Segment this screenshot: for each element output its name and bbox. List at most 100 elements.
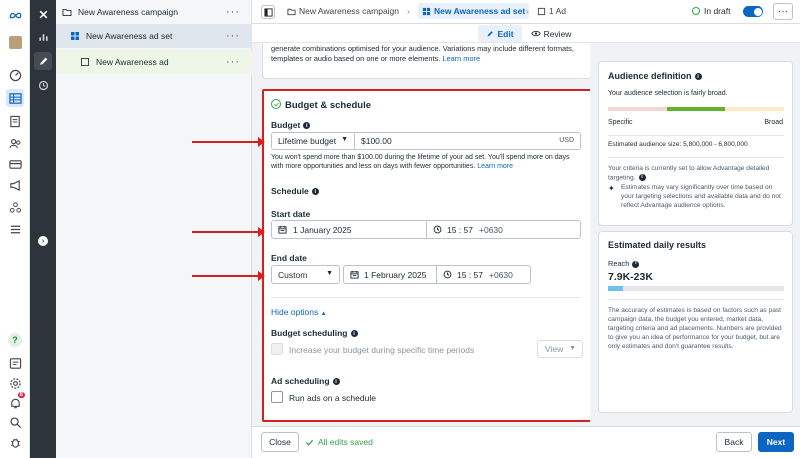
notification-count-badge: 8	[17, 392, 25, 398]
info-icon: i	[311, 188, 319, 196]
caret-up-icon: ▲	[320, 311, 327, 317]
tree-item-adset[interactable]: New Awareness ad set ···	[56, 24, 252, 48]
estimated-daily-results-card: Estimated daily results Reach i 7.9K-23K …	[598, 231, 793, 413]
footer-bar: Close All edits saved Back Next	[252, 426, 800, 458]
divider	[608, 299, 784, 300]
meta-logo-icon[interactable]	[6, 6, 24, 24]
budget-type-dropdown[interactable]: Lifetime budget ▼	[271, 132, 355, 150]
daily-results-title: Estimated daily results	[608, 240, 707, 250]
save-status-label: All edits saved	[318, 437, 373, 447]
chevron-right-icon: ›	[407, 6, 410, 16]
creative-variations-text: generate combinations optimised for your…	[271, 44, 574, 63]
adset-more-options[interactable]: ···	[226, 30, 240, 42]
currency-label: USD	[559, 137, 574, 144]
divider	[608, 135, 784, 136]
expand-panel-icon[interactable]: ›	[34, 232, 52, 250]
start-timezone: +0630	[479, 224, 503, 235]
audience-definition-title: Audience definition i	[608, 71, 702, 81]
budget-amount-input[interactable]: $100.00 USD	[354, 132, 581, 150]
charts-icon[interactable]	[34, 28, 52, 46]
edit-tab[interactable]: Edit	[478, 25, 522, 42]
ad-scheduling-checkbox[interactable]	[271, 391, 283, 403]
top-breadcrumb-bar: New Awareness campaign › New Awareness a…	[252, 0, 800, 24]
hide-options-link[interactable]: Hide options ▲	[271, 307, 327, 317]
campaign-tree-panel: New Awareness campaign ··· New Awareness…	[56, 0, 252, 458]
broad-label: Broad	[764, 119, 783, 126]
edit-tab-label: Edit	[497, 28, 514, 39]
help-icon[interactable]: ?	[6, 331, 24, 349]
history-clock-icon[interactable]	[34, 76, 52, 94]
tree-item-ad[interactable]: New Awareness ad ···	[56, 50, 252, 74]
info-icon: i	[694, 73, 702, 81]
eye-icon	[530, 30, 541, 37]
audience-breadth-meter	[608, 107, 785, 111]
settings-gear-icon[interactable]	[6, 374, 24, 392]
breadcrumb-adset[interactable]: New Awareness ad set	[418, 3, 530, 19]
audiences-icon[interactable]	[6, 134, 24, 152]
budget-scheduling-check-label: Increase your budget during specific tim…	[289, 345, 475, 355]
annotation-arrow-end-date	[192, 271, 265, 281]
account-avatar[interactable]	[6, 33, 24, 51]
billing-icon[interactable]	[6, 155, 24, 173]
folder-icon	[287, 8, 296, 15]
view-dropdown[interactable]: View ▼	[537, 340, 583, 358]
documents-icon[interactable]	[6, 112, 24, 130]
review-tab[interactable]: Review	[528, 25, 574, 42]
specific-label: Specific	[608, 119, 633, 126]
bug-report-icon[interactable]	[6, 433, 24, 451]
review-tab-label: Review	[543, 28, 572, 39]
ad-icon	[80, 57, 90, 67]
feedback-icon[interactable]	[6, 354, 24, 372]
start-date-label: Start date	[271, 209, 311, 219]
main-editor-area: generate combinations optimised for your…	[252, 43, 600, 426]
toggle-sidebar-icon[interactable]	[261, 5, 275, 19]
reach-range-bar	[608, 286, 784, 291]
start-time-input[interactable]: 15 : 57 +0630	[426, 220, 581, 239]
divider	[271, 297, 581, 298]
ad-more-options[interactable]: ···	[226, 56, 240, 68]
chevron-right-icon: ›	[526, 6, 529, 16]
publish-toggle[interactable]	[743, 6, 763, 17]
start-date-input[interactable]: 1 January 2025	[271, 220, 427, 239]
sparkle-icon: ✦	[608, 184, 615, 193]
more-options-button[interactable]: ···	[773, 3, 793, 20]
end-date-value: 1 February 2025	[364, 269, 427, 280]
budget-scheduling-checkbox[interactable]	[271, 343, 283, 355]
events-manager-icon[interactable]	[6, 198, 24, 216]
caret-down-icon: ▼	[326, 270, 333, 277]
next-button[interactable]: Next	[758, 432, 794, 452]
adset-grid-icon	[422, 7, 431, 15]
budget-learn-more-link[interactable]: Learn more	[477, 163, 513, 170]
breadcrumb-campaign[interactable]: New Awareness campaign	[287, 6, 399, 16]
budget-schedule-title: Budget & schedule	[285, 100, 372, 111]
end-time-input[interactable]: 15 : 57 +0630	[436, 265, 531, 284]
tree-adset-label: New Awareness ad set	[86, 31, 173, 41]
search-icon[interactable]	[6, 413, 24, 431]
close-button[interactable]: Close	[261, 432, 299, 452]
end-date-type-dropdown[interactable]: Custom ▼	[271, 265, 340, 284]
ads-manager-table-icon[interactable]	[6, 89, 24, 107]
end-date-input[interactable]: 1 February 2025	[343, 265, 437, 284]
notifications-bell-icon[interactable]: 8	[6, 392, 25, 412]
clock-icon	[443, 270, 452, 279]
breadcrumb-ad[interactable]: 1 Ad	[537, 6, 566, 16]
back-button[interactable]: Back	[716, 432, 752, 452]
close-icon[interactable]	[34, 5, 52, 23]
caret-down-icon: ▼	[569, 345, 576, 352]
edit-pencil-icon[interactable]	[34, 52, 52, 70]
ad-scheduling-check-label: Run ads on a schedule	[289, 393, 376, 403]
tree-item-campaign[interactable]: New Awareness campaign ···	[56, 0, 252, 24]
draft-status-label: In draft	[704, 6, 731, 16]
creative-learn-more-link[interactable]: Learn more	[442, 54, 480, 63]
dashboard-icon[interactable]	[6, 66, 24, 84]
edit-pencil-icon	[488, 30, 494, 36]
right-insights-column: Audience definition i Your audience selec…	[590, 43, 800, 426]
ad-scheduling-label: Ad scheduling i	[271, 376, 340, 386]
clock-icon	[433, 225, 442, 234]
tree-ad-label: New Awareness ad	[96, 57, 169, 67]
megaphone-icon[interactable]	[6, 176, 24, 194]
info-icon: i	[303, 122, 311, 130]
all-tools-menu-icon[interactable]	[6, 220, 24, 238]
campaign-more-options[interactable]: ···	[226, 6, 240, 18]
caret-down-icon: ▼	[341, 136, 348, 143]
